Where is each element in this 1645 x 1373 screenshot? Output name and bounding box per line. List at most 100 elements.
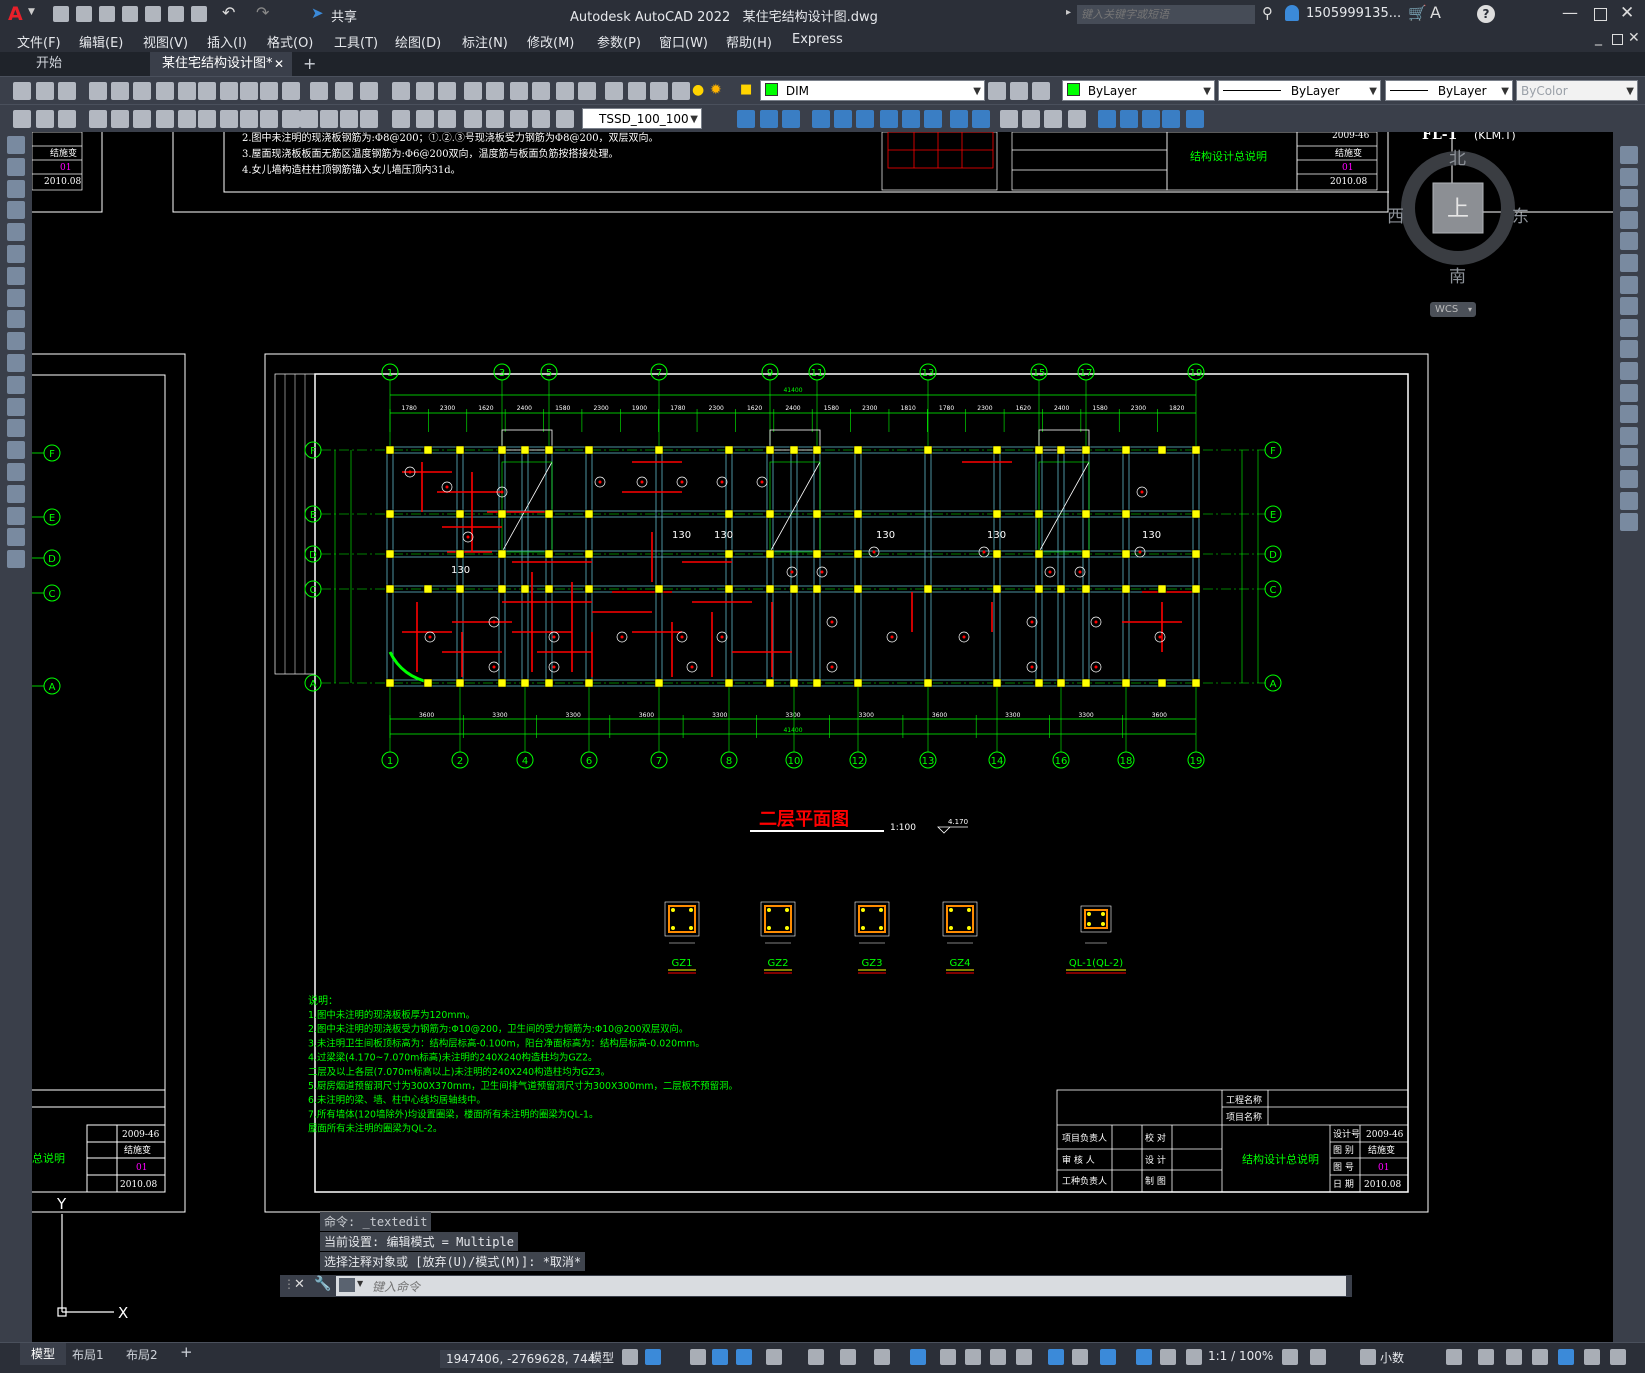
mod-tool-icon-3[interactable]	[812, 110, 830, 128]
std-tool-icon-5[interactable]	[133, 82, 151, 100]
mod-tool-icon-13[interactable]	[1044, 110, 1062, 128]
minimize-icon[interactable]: —	[1562, 3, 1578, 22]
layer-iso-icon[interactable]	[1032, 82, 1050, 100]
dim-tool-icon-16[interactable]	[360, 110, 378, 128]
status-toggle-icon-29[interactable]	[1610, 1349, 1626, 1365]
search-icon[interactable]: ⚲	[1262, 4, 1273, 22]
std-tool-icon-14[interactable]	[335, 82, 353, 100]
dim-tool-icon-10[interactable]	[240, 110, 258, 128]
modify-tool-icon-12[interactable]	[1620, 405, 1638, 424]
draw-tool-icon-7[interactable]	[7, 288, 25, 307]
menu-item-7[interactable]: 标注(N)	[462, 32, 508, 51]
app-menu-chevron-icon[interactable]: ▼	[28, 7, 35, 17]
status-toggle-icon-12[interactable]	[990, 1349, 1006, 1365]
doc-close-icon[interactable]: ✕	[1628, 30, 1640, 46]
wcs-button[interactable]: WCS ▾	[1430, 302, 1476, 317]
draw-tool-icon-10[interactable]	[7, 354, 25, 372]
status-toggle-icon-15[interactable]	[1072, 1349, 1088, 1365]
layout-tab-model[interactable]: 模型	[20, 1343, 66, 1365]
compass-east[interactable]: 东	[1512, 202, 1529, 227]
layer-match-icon[interactable]	[988, 82, 1006, 100]
open-icon[interactable]	[76, 6, 92, 22]
dim-tool-icon-4[interactable]	[111, 110, 129, 128]
std-tool-icon-20[interactable]	[486, 82, 504, 100]
modify-tool-icon-17[interactable]	[1620, 513, 1638, 532]
dim-tool-icon-7[interactable]	[178, 110, 196, 128]
dimstyle-dropdown[interactable]: TSSD_100_100 ▼	[582, 108, 702, 129]
new-icon[interactable]	[53, 6, 69, 22]
mod-tool-icon-12[interactable]	[1022, 110, 1040, 128]
menu-item-10[interactable]: 窗口(W)	[659, 32, 708, 51]
draw-tool-icon-2[interactable]	[7, 179, 25, 198]
mod-tool-icon-5[interactable]	[856, 110, 874, 128]
layout-tab-1[interactable]: 布局1	[72, 1346, 104, 1363]
help-button[interactable]: ?	[1477, 5, 1495, 23]
drawing-canvas[interactable]: 2.图中未注明的现浇板钢筋为:Φ8@200；①.②.③号现浇板受力钢筋为Φ8@2…	[32, 132, 1613, 1342]
command-input[interactable]	[370, 1277, 1334, 1296]
menu-item-6[interactable]: 绘图(D)	[395, 32, 441, 51]
modify-tool-icon-10[interactable]	[1620, 362, 1638, 380]
share-button[interactable]: 共享	[331, 6, 357, 25]
std-tool-icon-19[interactable]	[464, 82, 482, 100]
doc-restore-icon[interactable]	[1612, 34, 1623, 45]
coordinates[interactable]: 1947406, -2769628, 744	[440, 1350, 602, 1368]
menu-item-8[interactable]: 修改(M)	[527, 32, 574, 51]
status-toggle-icon-10[interactable]	[940, 1349, 956, 1365]
mod-tool-icon-15[interactable]	[1098, 110, 1116, 128]
draw-tool-icon-17[interactable]	[7, 506, 25, 525]
web-mobile-icon[interactable]	[145, 6, 161, 22]
mod-tool-icon-0[interactable]	[737, 110, 755, 128]
dim-tool-icon-24[interactable]	[556, 110, 574, 128]
layout-tab-2[interactable]: 布局2	[126, 1346, 158, 1363]
std-tool-icon-16[interactable]	[392, 82, 410, 100]
save-to-web-icon[interactable]	[168, 6, 184, 22]
status-toggle-icon-6[interactable]	[808, 1349, 824, 1365]
std-tool-icon-17[interactable]	[416, 82, 434, 100]
dim-tool-icon-3[interactable]	[89, 110, 107, 128]
menu-item-9[interactable]: 参数(P)	[597, 32, 641, 51]
search-input[interactable]	[1077, 5, 1255, 24]
mod-tool-icon-4[interactable]	[834, 110, 852, 128]
search-chevron-icon[interactable]: ▸	[1066, 7, 1071, 18]
dim-tool-icon-22[interactable]	[510, 110, 528, 128]
dim-tool-icon-13[interactable]	[300, 110, 318, 128]
std-tool-icon-26[interactable]	[628, 82, 646, 100]
std-tool-icon-10[interactable]	[240, 82, 258, 100]
status-toggle-icon-14[interactable]	[1048, 1349, 1064, 1365]
draw-tool-icon-11[interactable]	[7, 375, 25, 394]
modify-tool-icon-4[interactable]	[1620, 232, 1638, 251]
modify-tool-icon-3[interactable]	[1620, 210, 1638, 229]
status-toggle-icon-26[interactable]	[1532, 1349, 1548, 1365]
status-toggle-icon-7[interactable]	[840, 1349, 856, 1365]
std-tool-icon-6[interactable]	[156, 82, 174, 100]
draw-tool-icon-6[interactable]	[7, 266, 25, 285]
bulb-icon[interactable]: ●	[692, 82, 704, 98]
modify-tool-icon-14[interactable]	[1620, 448, 1638, 467]
modify-tool-icon-15[interactable]	[1620, 470, 1638, 488]
modify-tool-icon-16[interactable]	[1620, 491, 1638, 510]
lock-icon[interactable]: ■	[740, 82, 752, 97]
status-toggle-icon-1[interactable]	[645, 1349, 661, 1365]
layer-previous-icon[interactable]	[1010, 82, 1028, 100]
save-icon[interactable]	[99, 6, 115, 22]
chevron-down-icon[interactable]: ▼	[357, 1279, 363, 1288]
draw-tool-icon-12[interactable]	[7, 397, 25, 416]
plotstyle-dropdown[interactable]: ByColor ▼	[1516, 80, 1638, 101]
status-toggle-icon-8[interactable]	[874, 1349, 890, 1365]
std-tool-icon-4[interactable]	[111, 82, 129, 100]
maximize-icon[interactable]	[1594, 8, 1607, 21]
dim-tool-icon-8[interactable]	[198, 110, 216, 128]
dim-tool-icon-0[interactable]	[13, 110, 31, 128]
annotation-scale[interactable]: 1:1 / 100%	[1208, 1349, 1273, 1363]
modify-tool-icon-9[interactable]	[1620, 340, 1638, 359]
mod-tool-icon-18[interactable]	[1162, 110, 1180, 128]
status-toggle-icon-21[interactable]	[1310, 1349, 1326, 1365]
dim-tool-icon-11[interactable]	[260, 110, 278, 128]
menu-item-0[interactable]: 文件(F)	[17, 32, 61, 51]
undo-icon[interactable]: ↶	[222, 3, 235, 22]
tab-close-icon[interactable]: ✕	[274, 52, 284, 76]
status-toggle-icon-0[interactable]	[622, 1349, 638, 1365]
dim-tool-icon-1[interactable]	[36, 110, 54, 128]
compass-south[interactable]: 南	[1449, 262, 1466, 287]
menu-item-12[interactable]: Express	[792, 32, 843, 47]
